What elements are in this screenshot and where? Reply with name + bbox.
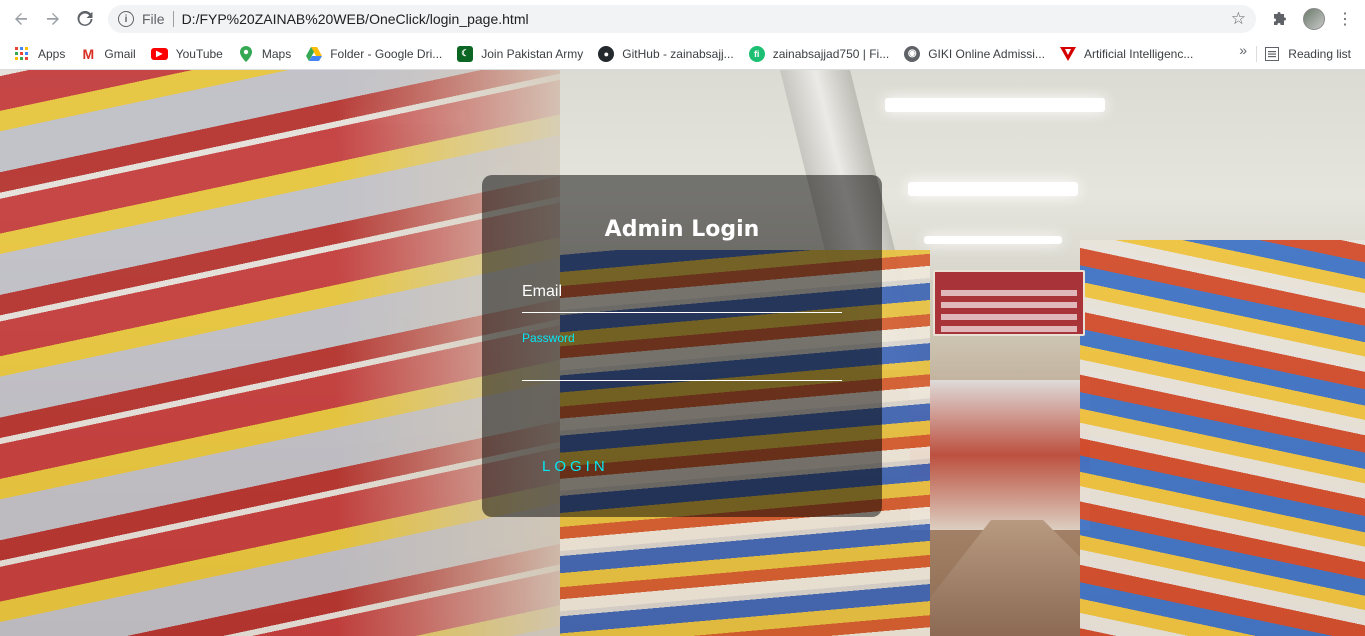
- bookmarks-more-button[interactable]: »: [1239, 42, 1247, 58]
- browser-toolbar: i File D:/FYP%20ZAINAB%20WEB/OneClick/lo…: [0, 0, 1365, 38]
- bookmark-label: YouTube: [175, 46, 223, 61]
- bookmark-github[interactable]: ● GitHub - zainabsajj...: [592, 42, 739, 66]
- login-button[interactable]: LOGIN: [542, 458, 609, 475]
- reload-icon[interactable]: [74, 8, 96, 30]
- reading-list-button[interactable]: Reading list: [1264, 42, 1351, 66]
- email-underline: [522, 312, 842, 313]
- url-scheme: File: [142, 11, 165, 27]
- github-icon: ●: [598, 45, 615, 62]
- aisle-sign: [933, 270, 1085, 336]
- reading-list-icon: [1264, 46, 1280, 62]
- bookmark-label: Folder - Google Dri...: [330, 46, 443, 61]
- login-form: Admin Login Email Password LOGIN: [482, 175, 882, 517]
- ai-triangle-icon: [1059, 46, 1076, 62]
- login-title: Admin Login: [604, 217, 760, 242]
- email-field[interactable]: Email: [522, 279, 842, 313]
- fiverr-icon: fi: [748, 45, 765, 62]
- bookmark-label: Maps: [261, 46, 292, 61]
- globe-icon: ◉: [904, 45, 921, 62]
- bookmark-apps[interactable]: Apps: [8, 42, 71, 66]
- bookmark-gmail[interactable]: M Gmail: [74, 42, 141, 66]
- bookmark-label: Artificial Intelligenc...: [1083, 46, 1194, 61]
- password-underline: [522, 380, 842, 381]
- url-text[interactable]: D:/FYP%20ZAINAB%20WEB/OneClick/login_pag…: [182, 11, 529, 27]
- menu-dots-icon[interactable]: ⋮: [1337, 9, 1353, 29]
- reading-list-label: Reading list: [1288, 47, 1351, 61]
- back-wall: [910, 380, 1090, 530]
- bookmark-label: Join Pakistan Army: [481, 46, 584, 61]
- gmail-icon: M: [82, 45, 95, 62]
- left-shelf: [0, 70, 560, 636]
- forward-arrow-icon[interactable]: [42, 8, 64, 30]
- puzzle-icon[interactable]: [1273, 11, 1289, 27]
- bookmark-pakistan-army[interactable]: ☾ Join Pakistan Army: [451, 42, 589, 66]
- pakistan-army-icon: ☾: [457, 45, 474, 62]
- info-icon[interactable]: i: [118, 11, 134, 27]
- bookmarks-bar: Apps M Gmail ▶ YouTube Maps Folder - Goo…: [0, 38, 1365, 70]
- star-icon[interactable]: ☆: [1231, 9, 1246, 29]
- bookmark-label: Gmail: [104, 46, 136, 61]
- bookmark-giki[interactable]: ◉ GIKI Online Admissi...: [898, 42, 1051, 66]
- back-arrow-icon[interactable]: [10, 8, 32, 30]
- right-shelf: [1080, 240, 1365, 636]
- ceiling-light: [885, 98, 1105, 112]
- bookmark-label: GIKI Online Admissi...: [928, 46, 1045, 61]
- login-page: Admin Login Email Password LOGIN: [0, 70, 1365, 636]
- drive-icon: [306, 46, 323, 62]
- password-label: Password: [522, 331, 575, 345]
- bookmarks-divider: [1256, 46, 1257, 62]
- bookmark-label: Apps: [38, 46, 66, 61]
- bookmark-label: zainabsajjad750 | Fi...: [772, 46, 890, 61]
- bookmark-maps[interactable]: Maps: [232, 42, 297, 66]
- url-divider: [172, 11, 174, 27]
- ceiling-light: [908, 182, 1078, 196]
- bookmark-ai[interactable]: Artificial Intelligenc...: [1054, 42, 1199, 66]
- maps-pin-icon: [238, 45, 254, 62]
- bookmark-fiverr[interactable]: fi zainabsajjad750 | Fi...: [743, 42, 896, 66]
- address-bar[interactable]: i File D:/FYP%20ZAINAB%20WEB/OneClick/lo…: [108, 5, 1256, 33]
- email-label: Email: [522, 283, 563, 300]
- bookmark-drive-folder[interactable]: Folder - Google Dri...: [300, 42, 448, 66]
- youtube-icon: ▶: [150, 47, 168, 60]
- bookmark-label: GitHub - zainabsajj...: [622, 46, 734, 61]
- ceiling-light: [924, 236, 1062, 244]
- bookmark-youtube[interactable]: ▶ YouTube: [145, 42, 229, 66]
- avatar[interactable]: [1303, 8, 1325, 30]
- apps-grid-icon: [14, 46, 30, 62]
- password-field[interactable]: Password: [522, 331, 842, 381]
